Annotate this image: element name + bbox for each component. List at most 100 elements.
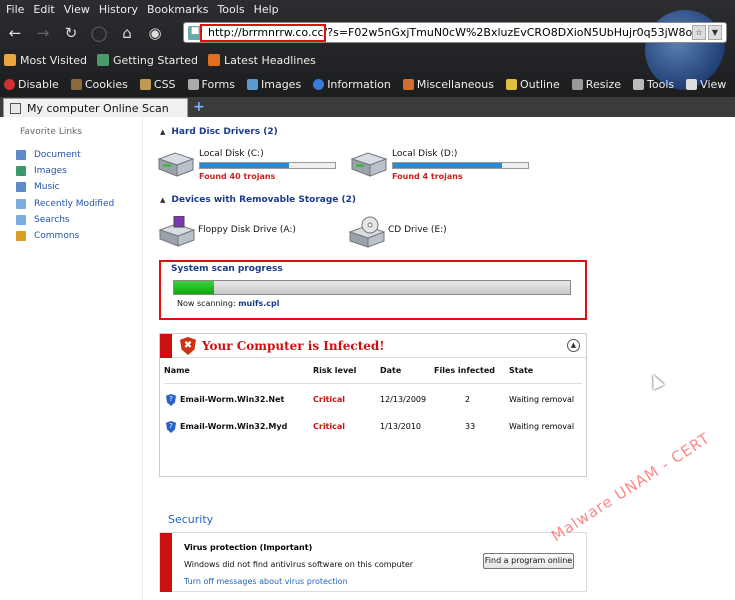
threat-date: 12/13/2009 <box>380 395 427 404</box>
tab-my-computer-online-scan[interactable]: My computer Online Scan <box>3 98 188 117</box>
bookmark-star-icon[interactable]: ☆ <box>692 25 706 40</box>
site-identity-icon[interactable]: ■ <box>188 25 202 40</box>
sidebar-item-document[interactable]: Document <box>16 147 114 163</box>
scan-progress-box: System scan progress Now scanning: muifs… <box>159 260 587 320</box>
red-accent-strip <box>160 533 172 592</box>
tab-strip: My computer Online Scan + <box>0 97 735 117</box>
drive-usage-bar <box>392 162 529 169</box>
files-infected: 33 <box>465 422 476 431</box>
sidebar-item-label: Music <box>34 182 60 193</box>
header-divider <box>164 383 582 384</box>
find-program-online-button[interactable]: Find a program online <box>483 553 574 569</box>
page-content: Favorite Links Document Images Music Rec… <box>0 117 735 600</box>
menu-history[interactable]: History <box>99 3 138 16</box>
back-icon[interactable]: ← <box>4 22 26 44</box>
drive-usage-fill <box>200 163 290 168</box>
menu-view[interactable]: View <box>64 3 90 16</box>
drive-name: Local Disk (D:) <box>392 149 458 159</box>
sidebar-item-recently-modified[interactable]: Recently Modified <box>16 196 114 212</box>
collapse-triangle-icon[interactable]: ▲ <box>160 128 165 136</box>
sidebar-item-commons[interactable]: Commons <box>16 228 114 244</box>
floppy-drive[interactable]: Floppy Disk Drive (A:) <box>158 215 296 247</box>
infected-title: Your Computer is Infected! <box>202 339 385 353</box>
drive-name: Local Disk (C:) <box>199 149 264 159</box>
dev-information[interactable]: Information <box>313 78 391 91</box>
turn-off-messages-link[interactable]: Turn off messages about virus protection <box>184 577 348 586</box>
bookmarks-toolbar: Most Visited Getting Started Latest Head… <box>0 49 735 71</box>
dev-resize[interactable]: Resize <box>571 78 621 91</box>
collapse-chevron-up-icon[interactable]: ▲ <box>567 339 580 352</box>
drive-usage-bar <box>199 162 336 169</box>
section-title: Hard Disc Drivers (2) <box>171 127 278 137</box>
sidebar-title: Favorite Links <box>20 127 82 137</box>
threat-state: Waiting removal <box>509 422 575 431</box>
menu-help[interactable]: Help <box>254 3 279 16</box>
stop-icon[interactable]: ◯ <box>88 22 110 44</box>
files-infected: 2 <box>465 395 471 404</box>
dev-cookies[interactable]: Cookies <box>70 78 128 91</box>
collapse-triangle-icon[interactable]: ▲ <box>160 196 165 204</box>
virus-protection-title: Virus protection (Important) <box>184 543 313 552</box>
threat-state: Waiting removal <box>509 395 575 404</box>
browser-chrome: File Edit View History Bookmarks Tools H… <box>0 0 735 97</box>
menu-tools[interactable]: Tools <box>217 3 244 16</box>
bookmark-latest-headlines[interactable]: Latest Headlines <box>208 54 316 67</box>
bookmark-getting-started[interactable]: Getting Started <box>96 54 198 67</box>
menu-edit[interactable]: Edit <box>33 3 54 16</box>
information-icon <box>313 79 325 90</box>
navigation-toolbar: ← → ↻ ◯ ⌂ ◉ ■ http://brrmnrrw.co.cc/?s=F… <box>0 20 735 45</box>
table-row[interactable]: ? Email-Worm.Win32.Myd Critical 1/13/201… <box>160 419 586 439</box>
bookmark-label: Latest Headlines <box>224 53 316 67</box>
dev-label: View <box>700 78 727 91</box>
reload-icon[interactable]: ↻ <box>60 22 82 44</box>
menu-bookmarks[interactable]: Bookmarks <box>147 3 208 16</box>
dev-tools[interactable]: Tools <box>633 78 674 91</box>
hard-drive-icon <box>350 149 388 177</box>
dev-disable[interactable]: Disable <box>4 78 59 91</box>
miscellaneous-icon <box>402 79 414 90</box>
hard-drive-icon <box>157 149 195 177</box>
table-row[interactable]: ? Email-Worm.Win32.Net Critical 12/13/20… <box>160 392 586 412</box>
dev-miscellaneous[interactable]: Miscellaneous <box>402 78 494 91</box>
url-text[interactable]: http://brrmnrrw.co.cc/?s=F02w5nGxjTmuN0c… <box>208 26 698 39</box>
dev-label: Miscellaneous <box>416 78 494 91</box>
sidebar-item-label: Commons <box>34 231 80 242</box>
chevron-down-icon[interactable]: ▼ <box>708 25 722 40</box>
images-icon <box>247 79 258 90</box>
url-bar[interactable]: ■ http://brrmnrrw.co.cc/?s=F02w5nGxjTmuN… <box>183 22 727 43</box>
drive-c[interactable]: Local Disk (C:) Found 40 trojans <box>157 149 336 181</box>
red-accent-strip <box>160 334 172 358</box>
cd-drive[interactable]: CD Drive (E:) <box>348 216 447 248</box>
dev-forms[interactable]: Forms <box>187 78 235 91</box>
forward-icon[interactable]: → <box>32 22 54 44</box>
drive-d[interactable]: Local Disk (D:) Found 4 trojans <box>350 149 529 181</box>
sidebar-item-music[interactable]: Music <box>16 179 114 195</box>
sidebar-item-searchs[interactable]: Searchs <box>16 212 114 228</box>
addon-icon[interactable]: ◉ <box>144 22 166 44</box>
new-tab-button[interactable]: + <box>193 99 205 115</box>
folder-icon <box>16 231 26 242</box>
page-icon <box>96 54 109 66</box>
sidebar-divider <box>142 117 143 600</box>
device-name: CD Drive (E:) <box>388 225 447 235</box>
scan-progress-fill <box>174 281 214 294</box>
dev-view[interactable]: View <box>686 78 726 91</box>
sidebar-item-images[interactable]: Images <box>16 163 114 179</box>
tab-title: My computer Online Scan <box>27 101 169 115</box>
cookie-icon <box>70 79 82 90</box>
forms-icon <box>187 79 199 90</box>
sidebar-item-label: Recently Modified <box>34 198 115 209</box>
favorite-links-sidebar: Favorite Links Document Images Music Rec… <box>0 117 142 600</box>
dev-css[interactable]: CSS <box>139 78 176 91</box>
resize-icon <box>571 79 583 90</box>
bookmark-label: Most Visited <box>20 53 87 67</box>
bookmark-most-visited[interactable]: Most Visited <box>4 54 87 67</box>
rss-icon <box>208 54 220 66</box>
dev-label: CSS <box>153 78 176 91</box>
threat-shield-icon: ? <box>166 421 176 433</box>
menu-file[interactable]: File <box>6 3 24 16</box>
menu-bar: File Edit View History Bookmarks Tools H… <box>0 0 735 19</box>
dev-outline[interactable]: Outline <box>506 78 560 91</box>
home-icon[interactable]: ⌂ <box>116 22 138 44</box>
dev-images[interactable]: Images <box>247 78 301 91</box>
